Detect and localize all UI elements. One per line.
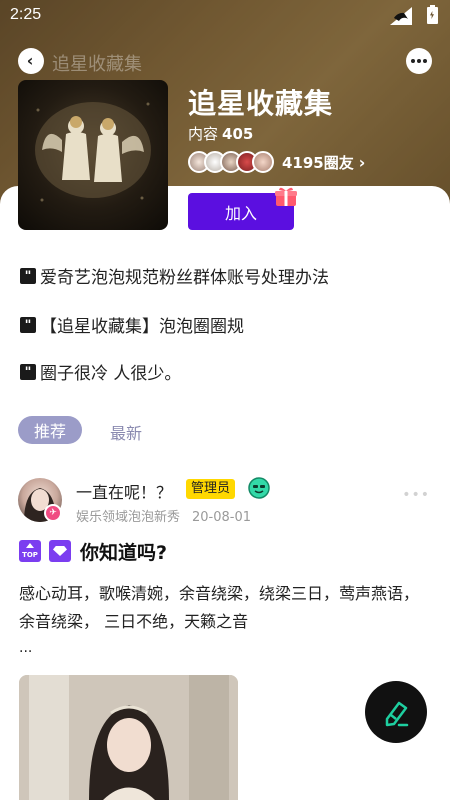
post-body[interactable]: 感心动耳，歌喉清婉，余音绕梁，绕梁三日，莺声燕语，余音绕梁， 三日不绝，天籁之音 (19, 580, 434, 636)
post-date: 20-08-01 (192, 510, 252, 525)
diamond-tag-icon (49, 540, 71, 562)
quote-icon: " (20, 316, 36, 333)
post-image[interactable] (19, 675, 238, 800)
members-row[interactable]: 4195圈友 › (188, 150, 365, 174)
verified-badge-icon: ✈ (44, 504, 62, 522)
chevron-right-icon: › (358, 152, 366, 172)
tab-recommend[interactable]: 推荐 (18, 416, 82, 444)
author-name[interactable]: 一直在呢！？ (76, 479, 172, 503)
content-label: 内容 (188, 125, 219, 143)
rule-item[interactable]: " 【追星收藏集】泡泡圈圈规 (20, 312, 244, 337)
rule-item[interactable]: " 爱奇艺泡泡规范粉丝群体账号处理办法 (20, 263, 329, 288)
signal-icon (390, 7, 412, 25)
cover-illustration (35, 102, 151, 202)
quote-icon: " (20, 267, 36, 284)
more-icon-dot (417, 59, 421, 63)
post-ellipsis: ... (19, 640, 33, 656)
post-more-icon[interactable]: ••• (402, 487, 430, 503)
battery-charging-icon (427, 5, 438, 24)
top-tag-icon: TOP (19, 540, 41, 562)
member-avatar (252, 151, 274, 173)
rule-text: 爱奇艺泡泡规范粉丝群体账号处理办法 (40, 268, 329, 288)
status-bar: 2:25 (0, 0, 450, 32)
edit-pen-icon (385, 701, 409, 727)
member-count: 4195圈友 (282, 153, 354, 172)
back-arrow-icon: ‹ (26, 51, 34, 70)
back-button[interactable]: ‹ (18, 48, 44, 74)
rule-text: 圈子很冷 人很少。 (40, 364, 182, 384)
post-title[interactable]: 你知道吗? (80, 538, 167, 565)
more-icon-dot (423, 59, 427, 63)
content-count: 内容 405 (188, 123, 253, 144)
more-button[interactable] (406, 48, 432, 74)
more-icon (411, 59, 415, 63)
rule-text: 【追星收藏集】泡泡圈圈规 (40, 317, 244, 337)
post-photo (19, 675, 238, 800)
nav-title: 追星收藏集 (52, 54, 142, 75)
quote-icon: " (20, 363, 36, 380)
tab-latest[interactable]: 最新 (110, 420, 142, 444)
level-face-icon (248, 477, 270, 499)
rule-item[interactable]: " 圈子很冷 人很少。 (20, 359, 181, 384)
content-count-value: 405 (222, 125, 254, 143)
gift-icon[interactable] (274, 185, 298, 207)
post-meta: 娱乐领域泡泡新秀 20-08-01 (76, 506, 251, 525)
post-source: 娱乐领域泡泡新秀 (76, 510, 181, 525)
status-time: 2:25 (10, 6, 42, 23)
edit-post-button[interactable] (365, 681, 427, 743)
circle-title: 追星收藏集 (188, 87, 334, 120)
admin-badge: 管理员 (186, 479, 236, 499)
circle-cover-image[interactable] (18, 80, 168, 230)
